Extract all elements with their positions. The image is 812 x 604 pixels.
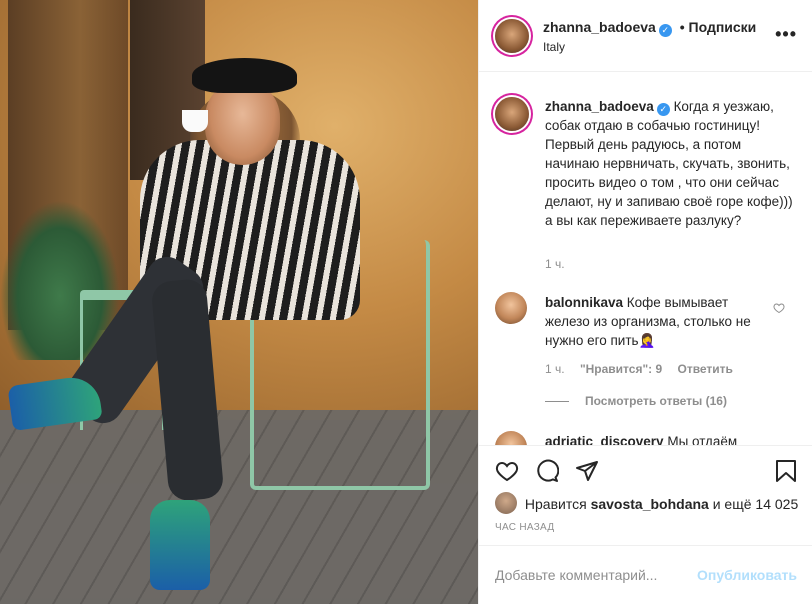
commenter-avatar[interactable] [495,431,527,445]
like-comment-icon[interactable] [773,302,785,314]
view-replies-label: Посмотреть ответы (16) [585,394,727,408]
share-direct-icon[interactable] [575,459,599,483]
view-replies-button[interactable]: Посмотреть ответы (16) [545,394,727,408]
likes-summary: Нравится savosta_bohdana и ещё 14 025 [495,492,798,514]
comment-input[interactable] [495,564,705,586]
like-heart-icon[interactable] [495,459,519,483]
comment-username[interactable]: adriatic_discovery [545,434,664,445]
author-avatar[interactable] [495,19,529,53]
add-comment-bar: Опубликовать [479,545,812,604]
comment-bubble-icon[interactable] [535,459,559,483]
more-options-icon[interactable]: ••• [775,24,797,45]
publish-button[interactable]: Опубликовать [697,567,797,583]
verified-icon: ✓ [656,103,670,116]
post-photo[interactable] [0,0,478,604]
post-panel: zhanna_badoeva ✓ • Подписки Italy ••• zha… [478,0,812,604]
comment-text: Мы отдаём [667,434,738,445]
action-bar [479,445,812,495]
comment-time[interactable]: 1 ч. [545,362,565,376]
follow-button[interactable]: • Подписки [680,19,757,35]
liker-username[interactable]: savosta_bohdana [591,496,709,512]
caption-avatar[interactable] [495,97,529,131]
photo-cup [182,110,208,132]
comment-meta: 1 ч. "Нравится": 9 Ответить [545,362,733,376]
photo-shoe-right [150,500,210,590]
photo-hat [192,58,297,93]
commenter-avatar[interactable] [495,292,527,324]
caption: zhanna_badoeva ✓ Когда я уезжаю, собак от… [545,97,795,230]
post-timestamp[interactable]: ЧАС НАЗАД [495,522,554,533]
author-username[interactable]: zhanna_badoeva [543,19,656,35]
verified-icon: ✓ [658,24,672,37]
bookmark-icon[interactable] [775,459,797,483]
likes-prefix: Нравится [524,496,587,512]
replies-divider [545,401,569,403]
post-header: zhanna_badoeva ✓ • Подписки Italy ••• [479,0,812,72]
comment: balonnikava Кофе вымывает железо из орга… [545,293,765,350]
comments-list[interactable]: zhanna_badoeva ✓ Когда я уезжаю, собак от… [479,73,812,445]
author-line: zhanna_badoeva ✓ • Подписки [543,19,756,37]
reply-button[interactable]: Ответить [677,362,732,376]
liker-avatar[interactable] [495,492,517,514]
comment-username[interactable]: balonnikava [545,295,623,310]
comment: adriatic_discovery Мы отдаём [545,432,805,445]
caption-username[interactable]: zhanna_badoeva [545,99,654,114]
caption-time[interactable]: 1 ч. [545,257,565,271]
likes-count[interactable]: и ещё 14 025 [713,496,799,512]
caption-text: Когда я уезжаю, собак отдаю в собачью го… [545,99,793,228]
post-location[interactable]: Italy [543,40,565,54]
comment-likes[interactable]: "Нравится": 9 [580,362,662,376]
